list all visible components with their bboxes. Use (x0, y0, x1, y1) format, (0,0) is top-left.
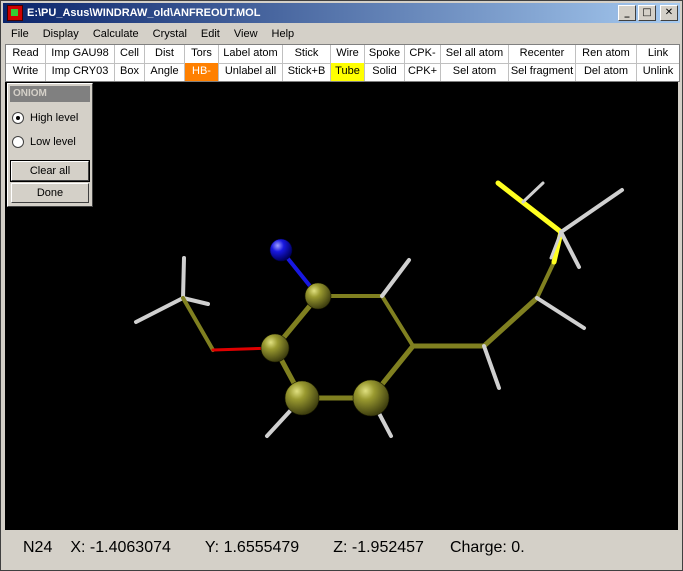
menu-display[interactable]: Display (35, 28, 85, 40)
menu-view[interactable]: View (226, 28, 264, 40)
done-button[interactable]: Done (11, 183, 89, 203)
cpk-minus-button[interactable]: CPK- (405, 45, 441, 63)
menu-bar: File Display Calculate Crystal Edit View… (3, 25, 680, 43)
write-button[interactable]: Write (6, 63, 46, 81)
menu-calculate[interactable]: Calculate (85, 28, 145, 40)
radio-unselected-icon[interactable] (12, 136, 24, 148)
radio-selected-icon[interactable] (12, 112, 24, 124)
high-level-radio[interactable]: High level (12, 110, 78, 126)
clear-all-button[interactable]: Clear all (10, 160, 90, 182)
spoke-button[interactable]: Spoke (365, 45, 405, 63)
molecule-render (134, 180, 624, 438)
close-button[interactable]: ✕ (660, 5, 678, 21)
menu-help[interactable]: Help (264, 28, 301, 40)
toolbar: Read Imp GAU98 Cell Dist Tors Label atom… (5, 44, 680, 82)
stick-button[interactable]: Stick (283, 45, 331, 63)
unlink-button[interactable]: Unlink (637, 63, 679, 81)
cell-button[interactable]: Cell (115, 45, 145, 63)
cpk-plus-button[interactable]: CPK+ (405, 63, 441, 81)
menu-file[interactable]: File (3, 28, 35, 40)
app-icon (7, 5, 23, 21)
toolbar-row-2: Write Imp CRY03 Box Angle HB- Unlabel al… (6, 63, 679, 81)
oniom-panel: ONIOM High level Low level Clear all Don… (7, 83, 93, 207)
title-bar[interactable]: E:\PU_Asus\WINDRAW_old\ANFREOUT.MOL _ □ … (3, 3, 680, 23)
link-button[interactable]: Link (637, 45, 679, 63)
status-charge: Charge: 0. (449, 539, 525, 556)
app-window: E:\PU_Asus\WINDRAW_old\ANFREOUT.MOL _ □ … (0, 0, 683, 571)
solid-button[interactable]: Solid (365, 63, 405, 81)
label-atom-button[interactable]: Label atom (219, 45, 283, 63)
angle-button[interactable]: Angle (145, 63, 185, 81)
imp-gau98-button[interactable]: Imp GAU98 (46, 45, 115, 63)
stick-b-button[interactable]: Stick+B (283, 63, 331, 81)
tors-button[interactable]: Tors (185, 45, 219, 63)
hb-minus-button[interactable]: HB- (185, 63, 219, 81)
ren-atom-button[interactable]: Ren atom (576, 45, 637, 63)
del-atom-button[interactable]: Del atom (576, 63, 637, 81)
status-z: Z: -1.952457 (333, 539, 424, 556)
minimize-button[interactable]: _ (618, 5, 636, 21)
dist-button[interactable]: Dist (145, 45, 185, 63)
sel-atom-button[interactable]: Sel atom (441, 63, 509, 81)
sel-all-atom-button[interactable]: Sel all atom (441, 45, 509, 63)
unlabel-all-button[interactable]: Unlabel all (219, 63, 283, 81)
imp-cry03-button[interactable]: Imp CRY03 (46, 63, 115, 81)
low-level-radio[interactable]: Low level (12, 134, 76, 150)
tube-button[interactable]: Tube (331, 63, 365, 81)
high-level-label: High level (30, 112, 79, 124)
recenter-button[interactable]: Recenter (509, 45, 576, 63)
toolbar-row-1: Read Imp GAU98 Cell Dist Tors Label atom… (6, 45, 679, 64)
read-button[interactable]: Read (6, 45, 46, 63)
menu-edit[interactable]: Edit (193, 28, 226, 40)
maximize-button[interactable]: □ (638, 5, 656, 21)
oniom-title: ONIOM (10, 86, 90, 102)
status-bar: N24 X: -1.4063074 Y: 1.6555479 Z: -1.952… (5, 532, 678, 564)
wire-button[interactable]: Wire (331, 45, 365, 63)
sel-fragment-button[interactable]: Sel fragment (509, 63, 576, 81)
status-atom: N24 (23, 539, 53, 556)
menu-crystal[interactable]: Crystal (145, 28, 193, 40)
status-x: X: -1.4063074 (70, 539, 171, 556)
window-title: E:\PU_Asus\WINDRAW_old\ANFREOUT.MOL (27, 7, 261, 19)
molecule-viewport[interactable]: ONIOM High level Low level Clear all Don… (5, 82, 678, 530)
status-y: Y: 1.6555479 (204, 539, 300, 556)
low-level-label: Low level (30, 136, 76, 148)
box-button[interactable]: Box (115, 63, 145, 81)
